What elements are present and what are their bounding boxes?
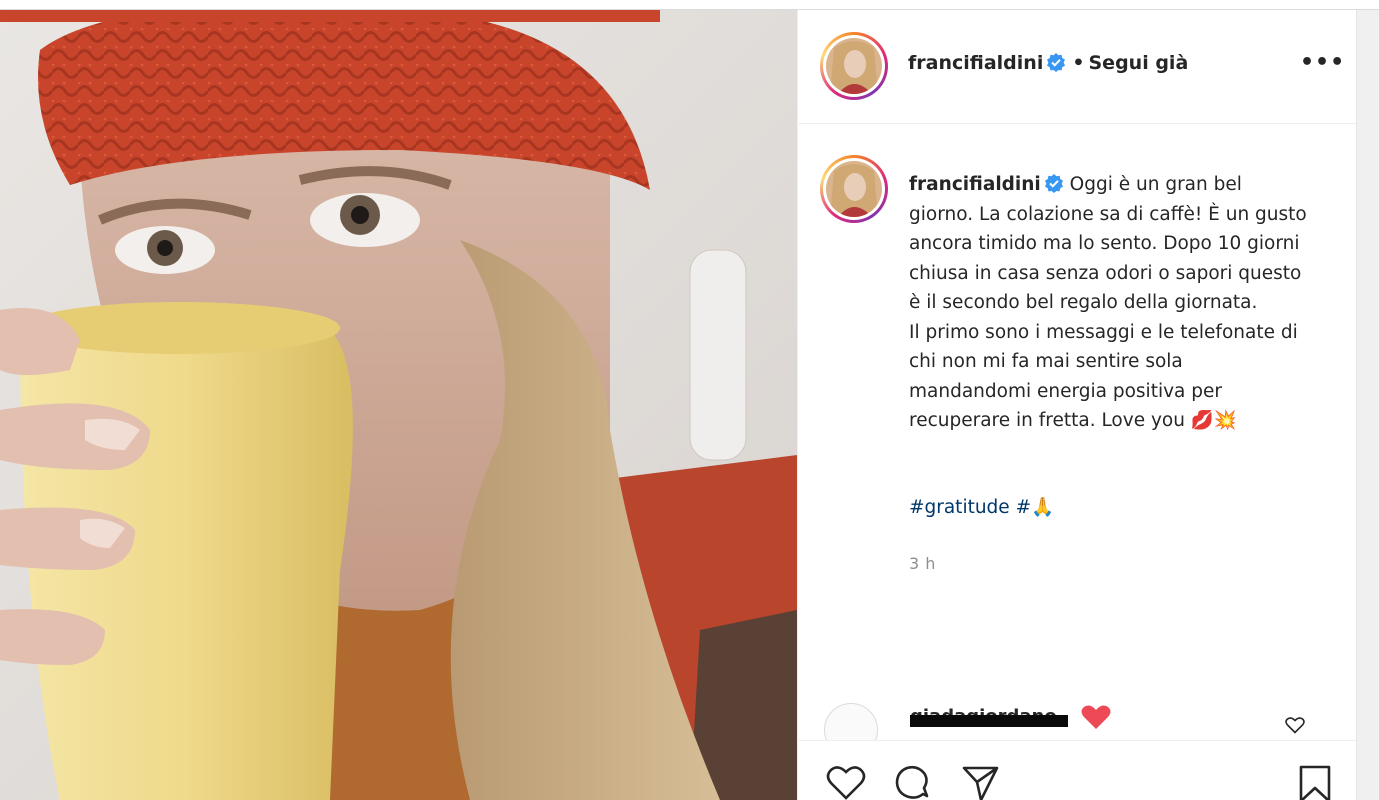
header-author-line: francifialdini • Segui già (908, 52, 1188, 74)
avatar-photo (826, 161, 882, 217)
share-icon[interactable] (960, 763, 1000, 800)
page-scrollbar[interactable] (1356, 10, 1379, 800)
redaction-bar (910, 715, 1068, 727)
hashtag-link[interactable]: #gratitude (909, 497, 1010, 518)
post-photo-image (0, 10, 797, 800)
red-heart-emoji-icon (1081, 705, 1111, 729)
following-button[interactable]: Segui già (1089, 52, 1189, 74)
action-bar (798, 740, 1357, 800)
browser-top-strip (0, 0, 1379, 10)
caption-text: Oggi è un gran bel giorno. La colazione … (909, 174, 1307, 431)
caption: francifialdini Oggi è un gran bel giorno… (909, 170, 1309, 436)
follow-separator: • (1072, 52, 1085, 74)
post-timestamp[interactable]: 3 h (909, 554, 936, 573)
author-username[interactable]: francifialdini (908, 52, 1043, 74)
verified-badge-icon (1047, 53, 1066, 72)
bookmark-icon[interactable] (1295, 763, 1335, 800)
hashtag-link[interactable]: #🙏 (1016, 497, 1055, 518)
more-options-button[interactable]: ••• (1300, 50, 1344, 80)
caption-author-avatar[interactable] (820, 155, 888, 223)
heart-icon[interactable] (826, 763, 866, 800)
verified-badge-icon (1044, 174, 1063, 193)
caption-hashtags: #gratitude #🙏 (909, 496, 1054, 518)
avatar-photo (826, 38, 882, 94)
post-sidebar: francifialdini • Segui già ••• francifiald… (797, 10, 1357, 800)
comment-icon[interactable] (893, 763, 933, 800)
comment-row: giadagiordano (798, 700, 1357, 757)
post-photo[interactable] (0, 10, 797, 800)
caption-username[interactable]: francifialdini (909, 174, 1041, 195)
post-header: francifialdini • Segui già ••• (798, 10, 1357, 124)
author-avatar[interactable] (820, 32, 888, 100)
comment-like-heart-icon[interactable] (1285, 716, 1305, 734)
